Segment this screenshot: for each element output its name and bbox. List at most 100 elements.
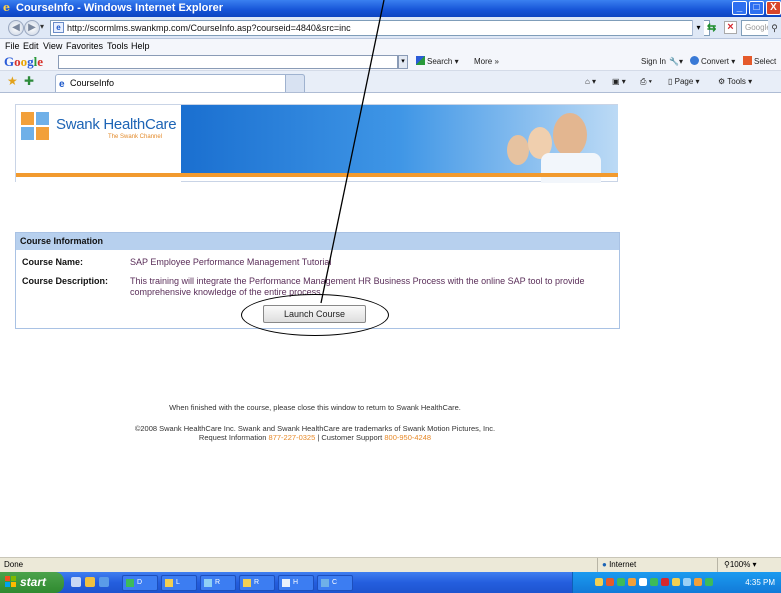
taskbar-button-6[interactable]: C bbox=[317, 575, 353, 591]
quicklaunch-icon-3[interactable] bbox=[99, 577, 109, 587]
folder-icon bbox=[165, 579, 173, 587]
taskbar-button-5[interactable]: H bbox=[278, 575, 314, 591]
tray-icon-1[interactable] bbox=[595, 578, 603, 586]
swank-logo: Swank HealthCare The Swank Channel bbox=[16, 105, 181, 183]
google-search-dropdown-icon[interactable]: ▾ bbox=[398, 55, 408, 69]
maximize-button[interactable]: □ bbox=[749, 1, 764, 15]
doctor-photo-3 bbox=[553, 113, 587, 157]
ie-icon bbox=[321, 579, 329, 587]
convert-button[interactable]: Convert ▾ bbox=[690, 56, 735, 68]
logo-mark-icon bbox=[21, 112, 51, 142]
tab-label: CourseInfo bbox=[70, 78, 115, 88]
select-icon bbox=[743, 56, 752, 65]
zoom-level[interactable]: ⚲100% ▾ bbox=[717, 558, 781, 572]
header-banner bbox=[181, 105, 618, 183]
tab-courseinfo[interactable]: e CourseInfo bbox=[55, 74, 305, 92]
tray-icon-4[interactable] bbox=[628, 578, 636, 586]
ie-icon: e bbox=[3, 1, 10, 14]
logo-title: Swank HealthCare bbox=[56, 116, 177, 133]
feeds-icon[interactable]: ▣ ▾ bbox=[612, 75, 626, 89]
tray-icon-10[interactable] bbox=[694, 578, 702, 586]
app-icon bbox=[126, 579, 134, 587]
launch-course-button[interactable]: Launch Course bbox=[263, 305, 366, 323]
status-bar: Done ● Internet ⚲100% ▾ bbox=[0, 557, 781, 572]
tray-icon-3[interactable] bbox=[617, 578, 625, 586]
add-favorites-icon[interactable]: ✚ bbox=[24, 74, 34, 88]
footer-copyright: ©2008 Swank HealthCare Inc. Swank and Sw… bbox=[134, 424, 496, 433]
footer-contact: Request Information 877-227-0325 | Custo… bbox=[0, 433, 630, 442]
select-button[interactable]: Select bbox=[743, 56, 776, 68]
site-header: Swank HealthCare The Swank Channel bbox=[15, 104, 618, 183]
tools-menu-button[interactable]: ⚙ Tools ▾ bbox=[718, 75, 752, 89]
taskbar-clock: 4:35 PM bbox=[745, 578, 775, 587]
doctor-photo-1 bbox=[507, 135, 529, 165]
taskbar-button-1[interactable]: D bbox=[122, 575, 158, 591]
page-icon: e bbox=[53, 22, 64, 33]
tray-icon-7[interactable] bbox=[661, 578, 669, 586]
print-icon[interactable]: ⎙ ▾ bbox=[640, 75, 652, 89]
menu-bar: File Edit View Favorites Tools Help bbox=[0, 39, 781, 53]
menu-file[interactable]: File bbox=[5, 39, 20, 53]
google-search-button[interactable]: Search ▾ bbox=[416, 56, 459, 68]
request-phone-link[interactable]: 877-227-0325 bbox=[269, 433, 316, 442]
google-search-icon bbox=[416, 56, 425, 65]
back-button[interactable]: ◀ bbox=[8, 20, 24, 36]
globe-icon: ● bbox=[602, 560, 607, 569]
google-more-button[interactable]: More » bbox=[474, 56, 499, 68]
quicklaunch-icon-2[interactable] bbox=[85, 577, 95, 587]
menu-help[interactable]: Help bbox=[131, 39, 150, 53]
window-title: CourseInfo - Windows Internet Explorer bbox=[16, 2, 224, 14]
new-tab-button[interactable] bbox=[285, 74, 305, 92]
tray-icon-2[interactable] bbox=[606, 578, 614, 586]
google-toolbar: Google ▾ Search ▾ More » Sign In 🔧▾ Conv… bbox=[0, 53, 781, 71]
course-description-label: Course Description: bbox=[22, 276, 109, 286]
history-dropdown-icon[interactable]: ▾ bbox=[40, 22, 44, 31]
convert-icon bbox=[690, 56, 699, 65]
quicklaunch-icon-1[interactable] bbox=[71, 577, 81, 587]
app-icon bbox=[282, 579, 290, 587]
course-info-header: Course Information bbox=[16, 233, 619, 250]
google-search-input[interactable] bbox=[58, 55, 398, 69]
taskbar-button-2[interactable]: L bbox=[161, 575, 197, 591]
page-menu-button[interactable]: ▯ Page ▾ bbox=[668, 75, 700, 89]
sign-in-button[interactable]: Sign In bbox=[641, 56, 666, 68]
course-name-label: Course Name: bbox=[22, 257, 84, 267]
title-bar: e CourseInfo - Windows Internet Explorer… bbox=[0, 0, 781, 17]
folder-icon bbox=[243, 579, 251, 587]
close-button[interactable]: X bbox=[766, 1, 781, 15]
doctor-photo-4 bbox=[541, 153, 601, 183]
tray-icon-9[interactable] bbox=[683, 578, 691, 586]
tab-ie-icon: e bbox=[59, 79, 65, 90]
taskbar-button-4[interactable]: R bbox=[239, 575, 275, 591]
tray-icon-6[interactable] bbox=[650, 578, 658, 586]
google-logo: Google bbox=[4, 54, 44, 69]
taskbar-button-3[interactable]: R bbox=[200, 575, 236, 591]
tray-icon-8[interactable] bbox=[672, 578, 680, 586]
logo-tagline: The Swank Channel bbox=[108, 134, 163, 140]
system-tray: 4:35 PM bbox=[572, 572, 781, 593]
forward-button[interactable]: ▶ bbox=[24, 20, 40, 36]
menu-view[interactable]: View bbox=[43, 39, 62, 53]
start-button[interactable]: start bbox=[0, 572, 64, 593]
course-description-line-2: comprehensive knowledge of the entire pr… bbox=[130, 287, 324, 297]
status-text: Done bbox=[4, 560, 24, 569]
tray-icon-11[interactable] bbox=[705, 578, 713, 586]
menu-tools[interactable]: Tools bbox=[107, 39, 128, 53]
url-dropdown-icon[interactable]: ▾ bbox=[692, 20, 704, 36]
menu-edit[interactable]: Edit bbox=[23, 39, 39, 53]
refresh-icon[interactable]: ⇆ bbox=[707, 21, 716, 34]
minimize-button[interactable]: _ bbox=[732, 1, 747, 15]
footer-instructions: When finished with the course, please cl… bbox=[169, 403, 461, 412]
wrench-icon[interactable]: 🔧▾ bbox=[669, 56, 683, 68]
support-phone-link[interactable]: 800-950-4248 bbox=[384, 433, 431, 442]
favorites-star-icon[interactable]: ★ bbox=[7, 74, 18, 88]
home-icon[interactable]: ⌂ ▾ bbox=[585, 75, 596, 89]
stop-icon[interactable]: × bbox=[724, 21, 737, 34]
footer-support-label: | Customer Support bbox=[317, 433, 383, 442]
menu-favorites[interactable]: Favorites bbox=[66, 39, 103, 53]
tray-icon-5[interactable] bbox=[639, 578, 647, 586]
search-icon[interactable]: ⚲ bbox=[768, 20, 781, 36]
url-input[interactable]: e http://scormlms.swankmp.com/CourseInfo… bbox=[50, 20, 710, 36]
course-name-value: SAP Employee Performance Management Tuto… bbox=[130, 257, 332, 267]
header-accent-line bbox=[16, 173, 618, 177]
